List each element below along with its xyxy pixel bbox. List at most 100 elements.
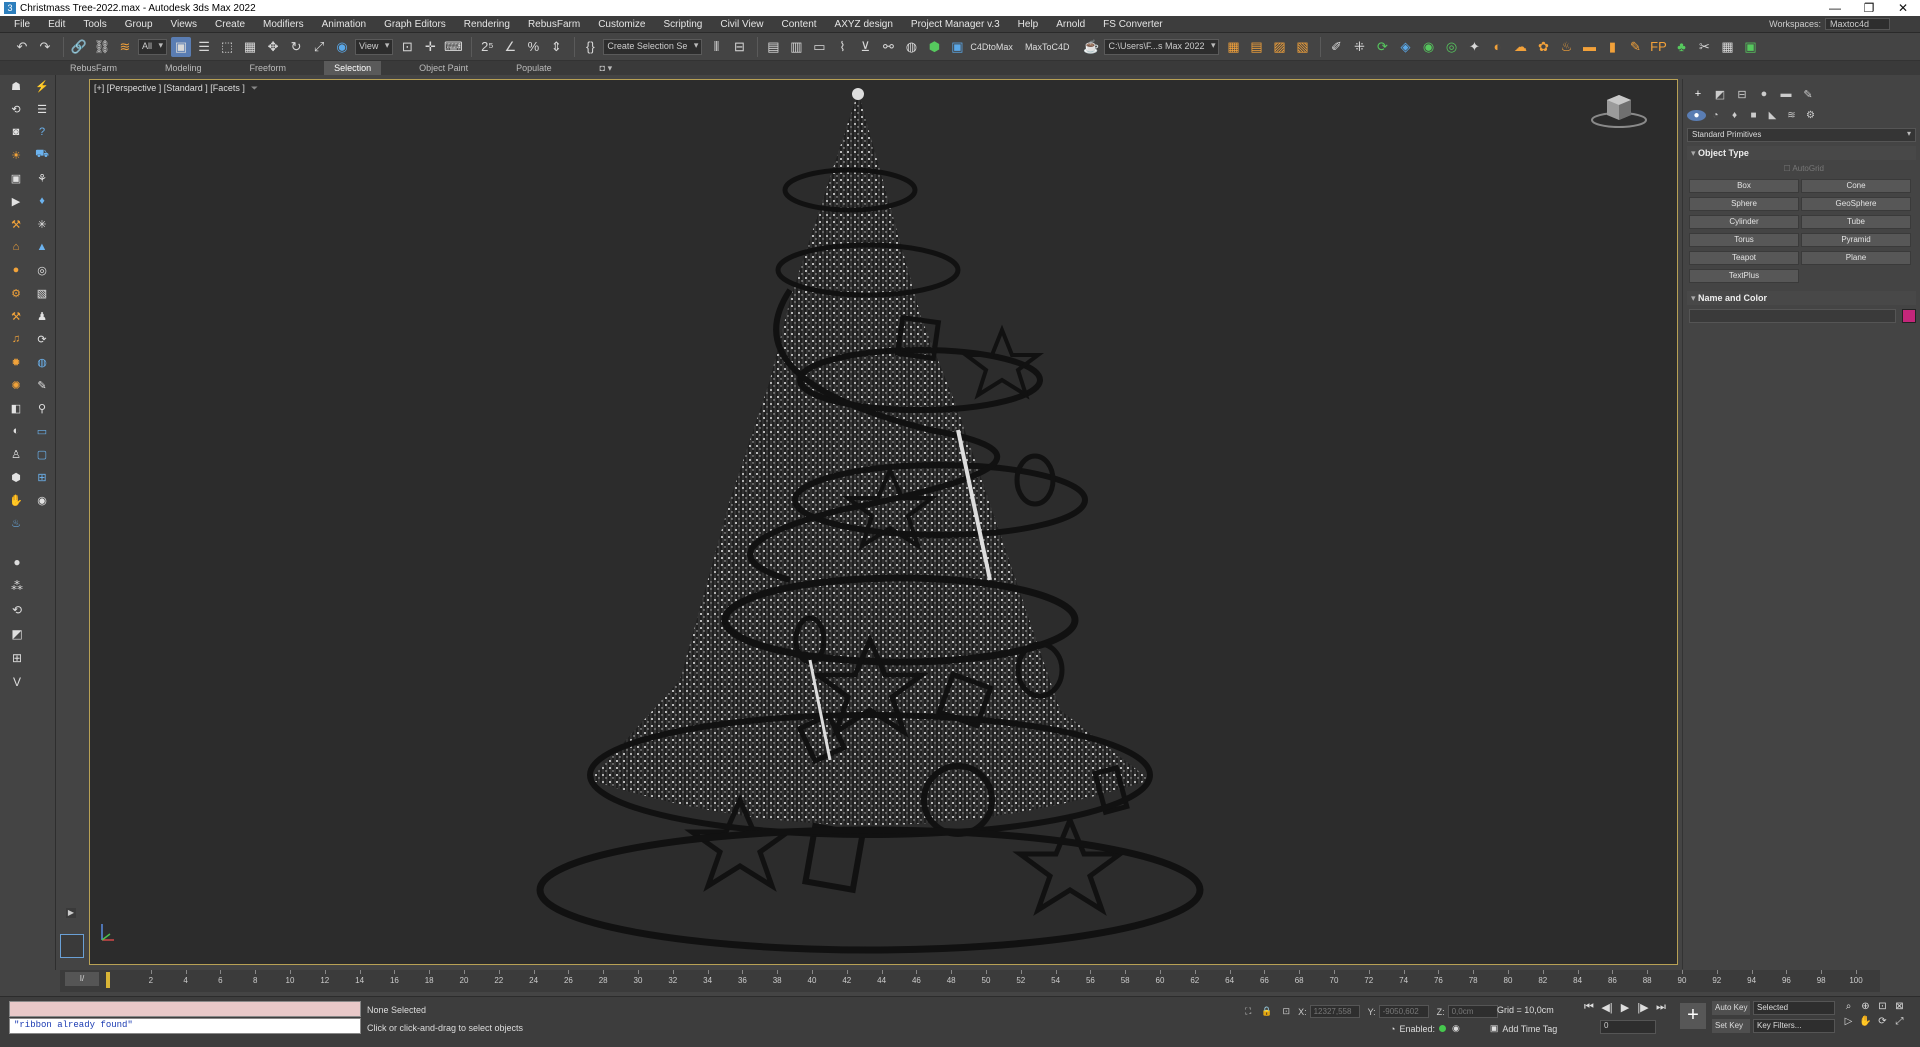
maxscript-listener-output[interactable]: "ribbon already found" bbox=[9, 1018, 361, 1034]
menu-scripting[interactable]: Scripting bbox=[663, 19, 702, 30]
teapot-button[interactable]: Teapot bbox=[1689, 251, 1799, 265]
menu-file[interactable]: File bbox=[14, 19, 30, 30]
render-production-icon[interactable]: ☕ bbox=[1081, 37, 1101, 57]
tab-selection[interactable]: Selection bbox=[324, 61, 382, 75]
v-ray-icon[interactable]: V bbox=[8, 675, 26, 693]
video-icon[interactable]: ▶ bbox=[7, 192, 25, 210]
car-icon[interactable]: ⛟ bbox=[33, 146, 51, 164]
rotate-icon[interactable]: ⟳ bbox=[33, 330, 51, 348]
funnel-icon[interactable]: ⏷ bbox=[251, 83, 258, 93]
zoom-extents-icon[interactable]: ⊡ bbox=[1874, 1001, 1891, 1012]
rectangle-selection-icon[interactable]: ⬚ bbox=[217, 37, 237, 57]
set-key-plus-button[interactable]: + bbox=[1680, 1003, 1706, 1029]
space-warps-icon[interactable]: ≋ bbox=[1782, 110, 1801, 121]
enabled-indicator[interactable] bbox=[1438, 1025, 1446, 1032]
maximize-viewport-icon[interactable]: ⤢ bbox=[1891, 1016, 1908, 1027]
lamp-icon[interactable]: ♦ bbox=[33, 192, 51, 210]
pin-icon[interactable]: ⚲ bbox=[33, 399, 51, 417]
x-coordinate-field[interactable]: 12327,558 bbox=[1309, 1005, 1360, 1018]
create-tab-icon[interactable]: + bbox=[1687, 88, 1709, 100]
workspace-value[interactable]: Maxtoc4d bbox=[1824, 18, 1890, 30]
tab-freeform[interactable]: Freeform bbox=[240, 61, 297, 75]
geosphere-button[interactable]: GeoSphere bbox=[1801, 197, 1911, 211]
tab-object-paint[interactable]: Object Paint bbox=[409, 61, 478, 75]
name-and-color-title[interactable]: Name and Color bbox=[1687, 291, 1916, 305]
lock-selection-icon[interactable]: 🔒 bbox=[1261, 1006, 1272, 1017]
object-name-field[interactable] bbox=[1689, 309, 1896, 323]
sun-icon[interactable]: ✹ bbox=[7, 353, 25, 371]
workspace-selector[interactable]: Workspaces: Maxtoc4d bbox=[1769, 18, 1890, 30]
hand-icon[interactable]: ✋ bbox=[7, 491, 25, 509]
teapot-icon[interactable]: ☗ bbox=[7, 77, 25, 95]
textplus-button[interactable]: TextPlus bbox=[1689, 269, 1799, 283]
window-crossing-icon[interactable]: ▦ bbox=[240, 37, 260, 57]
project-folder-icon[interactable]: ▦ bbox=[1223, 37, 1243, 57]
bell-icon[interactable]: ♫ bbox=[7, 330, 25, 348]
cone-icon[interactable]: ▲ bbox=[33, 238, 51, 256]
flow-icon[interactable]: ⚘ bbox=[33, 169, 51, 187]
menu-views[interactable]: Views bbox=[171, 19, 198, 30]
zoom-extents-all-icon[interactable]: ⊠ bbox=[1891, 1001, 1908, 1012]
timeline[interactable]: I/ 2 4 6 8 10 12 14 16 18 20 22 24 26 28 30 32 34 36 38 40 4… bbox=[60, 970, 1880, 992]
utilities-tab-icon[interactable]: ✎ bbox=[1797, 88, 1819, 101]
window-icon[interactable]: ▢ bbox=[33, 445, 51, 463]
time-slider[interactable]: I/ bbox=[65, 972, 99, 986]
spinner-snap-icon[interactable]: ⇕ bbox=[546, 37, 566, 57]
schematic-view-icon[interactable]: ⚯ bbox=[878, 37, 898, 57]
brush-icon[interactable]: ✎ bbox=[33, 376, 51, 394]
figure-2-icon[interactable]: ♟ bbox=[33, 307, 51, 325]
plugin-d-icon[interactable]: ◐ bbox=[1487, 37, 1507, 57]
redo-icon[interactable]: ↷ bbox=[35, 37, 55, 57]
menu-content[interactable]: Content bbox=[782, 19, 817, 30]
plugin-e-icon[interactable]: ☁ bbox=[1510, 37, 1530, 57]
play-icon[interactable]: ▶ bbox=[1616, 1001, 1634, 1014]
project-save-icon[interactable]: ▤ bbox=[1246, 37, 1266, 57]
ribbon-options-icon[interactable]: ◘ ▾ bbox=[590, 61, 622, 75]
undo-icon[interactable]: ↶ bbox=[12, 37, 32, 57]
figure-icon[interactable]: ♙ bbox=[7, 445, 25, 463]
orbit-icon[interactable]: ⟳ bbox=[1874, 1016, 1891, 1027]
box-icon[interactable]: ◧ bbox=[7, 399, 25, 417]
pivot-center-icon[interactable]: ⊡ bbox=[397, 37, 417, 57]
isolate-icon[interactable]: ⛶ bbox=[1245, 1006, 1251, 1017]
tree-icon[interactable]: ♣ bbox=[1671, 37, 1691, 57]
viewcube[interactable] bbox=[1589, 90, 1649, 130]
current-frame-field[interactable]: 0 bbox=[1600, 1020, 1656, 1034]
camera-icon[interactable]: ◙ bbox=[7, 123, 25, 141]
link-icon[interactable]: 🔗 bbox=[69, 37, 89, 57]
tube-button[interactable]: Tube bbox=[1801, 215, 1911, 229]
torus-button[interactable]: Torus bbox=[1689, 233, 1799, 247]
gear-icon[interactable]: ⚙ bbox=[7, 284, 25, 302]
viewport-layout-toggle[interactable] bbox=[60, 934, 84, 958]
select-object-icon[interactable]: ▣ bbox=[171, 36, 192, 57]
eye-icon[interactable]: ◉ bbox=[33, 491, 51, 509]
tab-populate[interactable]: Populate bbox=[506, 61, 562, 75]
plugin-b-icon[interactable]: ◎ bbox=[1441, 37, 1461, 57]
edit-named-selection-icon[interactable]: {} bbox=[580, 37, 600, 57]
menu-tools[interactable]: Tools bbox=[83, 19, 106, 30]
plugin-g-icon[interactable]: ♨ bbox=[1556, 37, 1576, 57]
project-import-icon[interactable]: ▧ bbox=[1292, 37, 1312, 57]
tab-rebusfarm[interactable]: RebusFarm bbox=[60, 61, 127, 75]
add-time-tag-label[interactable]: Add Time Tag bbox=[1502, 1024, 1557, 1034]
pyramid-button[interactable]: Pyramid bbox=[1801, 233, 1911, 247]
spark-icon[interactable]: ✳ bbox=[33, 215, 51, 233]
image-icon[interactable]: ▧ bbox=[33, 284, 51, 302]
unlink-icon[interactable]: ⛓ bbox=[92, 37, 112, 57]
sphere-button[interactable]: Sphere bbox=[1689, 197, 1799, 211]
cube-icon[interactable]: ⬢ bbox=[7, 468, 25, 486]
percent-snap-icon[interactable]: % bbox=[523, 37, 543, 57]
next-frame-icon[interactable]: |▶ bbox=[1634, 1001, 1652, 1014]
motion-tab-icon[interactable]: ● bbox=[1753, 88, 1775, 100]
christmas-tree-model[interactable] bbox=[90, 80, 1678, 965]
place-icon[interactable]: ◉ bbox=[332, 37, 352, 57]
modify-tab-icon[interactable]: ◩ bbox=[1709, 88, 1731, 101]
hat-icon[interactable]: ⌂ bbox=[7, 238, 25, 256]
scale-icon[interactable]: ⤢ bbox=[309, 37, 329, 57]
orb-icon[interactable]: ◐ bbox=[7, 422, 25, 440]
display-tab-icon[interactable]: ▬ bbox=[1775, 88, 1797, 100]
expand-arrow-icon[interactable]: ▶ bbox=[66, 908, 76, 918]
close-icon[interactable]: ✕ bbox=[1886, 0, 1920, 16]
fire-icon[interactable]: ♨ bbox=[7, 514, 25, 532]
viewport-label-text[interactable]: [+] [Perspective ] [Standard ] [Facets ] bbox=[94, 83, 245, 93]
